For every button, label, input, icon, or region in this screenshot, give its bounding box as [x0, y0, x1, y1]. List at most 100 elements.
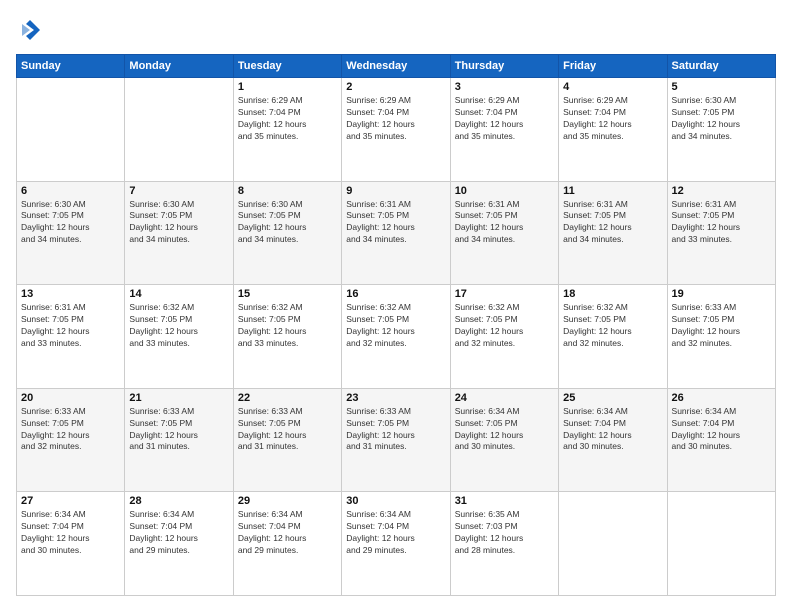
day-number: 17: [455, 288, 554, 300]
day-number: 28: [129, 495, 228, 507]
calendar-cell: [17, 78, 125, 182]
day-number: 21: [129, 392, 228, 404]
day-number: 29: [238, 495, 337, 507]
day-header-monday: Monday: [125, 55, 233, 78]
day-info: Sunrise: 6:32 AM Sunset: 7:05 PM Dayligh…: [563, 302, 662, 350]
day-number: 15: [238, 288, 337, 300]
day-header-tuesday: Tuesday: [233, 55, 341, 78]
day-info: Sunrise: 6:33 AM Sunset: 7:05 PM Dayligh…: [238, 406, 337, 454]
calendar-cell: 12 Sunrise: 6:31 AM Sunset: 7:05 PM Dayli…: [667, 181, 775, 285]
day-number: 13: [21, 288, 120, 300]
day-info: Sunrise: 6:32 AM Sunset: 7:05 PM Dayligh…: [129, 302, 228, 350]
calendar-cell: 1 Sunrise: 6:29 AM Sunset: 7:04 PM Daylig…: [233, 78, 341, 182]
calendar-cell: 14 Sunrise: 6:32 AM Sunset: 7:05 PM Dayli…: [125, 285, 233, 389]
calendar-cell: 3 Sunrise: 6:29 AM Sunset: 7:04 PM Daylig…: [450, 78, 558, 182]
calendar-week-row: 1 Sunrise: 6:29 AM Sunset: 7:04 PM Daylig…: [17, 78, 776, 182]
calendar-cell: 5 Sunrise: 6:30 AM Sunset: 7:05 PM Daylig…: [667, 78, 775, 182]
day-number: 9: [346, 185, 445, 197]
logo: [16, 16, 48, 44]
calendar-cell: [559, 492, 667, 596]
calendar-cell: 20 Sunrise: 6:33 AM Sunset: 7:05 PM Dayli…: [17, 388, 125, 492]
calendar-cell: 26 Sunrise: 6:34 AM Sunset: 7:04 PM Dayli…: [667, 388, 775, 492]
day-info: Sunrise: 6:30 AM Sunset: 7:05 PM Dayligh…: [21, 199, 120, 247]
calendar-cell: 8 Sunrise: 6:30 AM Sunset: 7:05 PM Daylig…: [233, 181, 341, 285]
day-header-sunday: Sunday: [17, 55, 125, 78]
day-info: Sunrise: 6:34 AM Sunset: 7:04 PM Dayligh…: [346, 509, 445, 557]
calendar-cell: 16 Sunrise: 6:32 AM Sunset: 7:05 PM Dayli…: [342, 285, 450, 389]
calendar-cell: 21 Sunrise: 6:33 AM Sunset: 7:05 PM Dayli…: [125, 388, 233, 492]
calendar-cell: 27Sunrise: 6:34 AM Sunset: 7:04 PM Dayli…: [17, 492, 125, 596]
calendar-cell: 9 Sunrise: 6:31 AM Sunset: 7:05 PM Daylig…: [342, 181, 450, 285]
calendar-cell: 17Sunrise: 6:32 AM Sunset: 7:05 PM Dayli…: [450, 285, 558, 389]
calendar-table: SundayMondayTuesdayWednesdayThursdayFrid…: [16, 54, 776, 596]
calendar-week-row: 13Sunrise: 6:31 AM Sunset: 7:05 PM Dayli…: [17, 285, 776, 389]
day-info: Sunrise: 6:33 AM Sunset: 7:05 PM Dayligh…: [21, 406, 120, 454]
day-info: Sunrise: 6:29 AM Sunset: 7:04 PM Dayligh…: [346, 95, 445, 143]
day-info: Sunrise: 6:32 AM Sunset: 7:05 PM Dayligh…: [238, 302, 337, 350]
day-info: Sunrise: 6:34 AM Sunset: 7:04 PM Dayligh…: [563, 406, 662, 454]
calendar-cell: 23Sunrise: 6:33 AM Sunset: 7:05 PM Dayli…: [342, 388, 450, 492]
day-number: 5: [672, 81, 771, 93]
day-info: Sunrise: 6:31 AM Sunset: 7:05 PM Dayligh…: [563, 199, 662, 247]
day-number: 27: [21, 495, 120, 507]
day-info: Sunrise: 6:32 AM Sunset: 7:05 PM Dayligh…: [346, 302, 445, 350]
calendar-cell: 18 Sunrise: 6:32 AM Sunset: 7:05 PM Dayli…: [559, 285, 667, 389]
day-header-saturday: Saturday: [667, 55, 775, 78]
day-number: 22: [238, 392, 337, 404]
day-info: Sunrise: 6:33 AM Sunset: 7:05 PM Dayligh…: [129, 406, 228, 454]
day-number: 6: [21, 185, 120, 197]
calendar-week-row: 6 Sunrise: 6:30 AM Sunset: 7:05 PM Daylig…: [17, 181, 776, 285]
calendar-week-row: 27 Sunrise: 6:34 AM Sunset: 7:04 PM Dayli…: [17, 492, 776, 596]
calendar-cell: 25 Sunrise: 6:34 AM Sunset: 7:04 PM Dayli…: [559, 388, 667, 492]
calendar-cell: 22 Sunrise: 6:33 AM Sunset: 7:05 PM Dayli…: [233, 388, 341, 492]
day-info: Sunrise: 6:30 AM Sunset: 7:05 PM Dayligh…: [129, 199, 228, 247]
day-number: 18: [563, 288, 662, 300]
day-number: 16: [346, 288, 445, 300]
day-number: 7: [129, 185, 228, 197]
day-info: Sunrise: 6:29 AM Sunset: 7:04 PM Dayligh…: [455, 95, 554, 143]
calendar-cell: 7 Sunrise: 6:30 AM Sunset: 7:05 PM Daylig…: [125, 181, 233, 285]
day-number: 10: [455, 185, 554, 197]
day-number: 2: [346, 81, 445, 93]
calendar-cell: 29 Sunrise: 6:34 AM Sunset: 7:04 PM Dayli…: [233, 492, 341, 596]
day-info: Sunrise: 6:30 AM Sunset: 7:05 PM Dayligh…: [238, 199, 337, 247]
day-number: 19: [672, 288, 771, 300]
day-number: 31: [455, 495, 554, 507]
day-number: 20: [21, 392, 120, 404]
day-header-wednesday: Wednesday: [342, 55, 450, 78]
day-info: Sunrise: 6:34 AM Sunset: 7:04 PM Dayligh…: [672, 406, 771, 454]
day-number: 26: [672, 392, 771, 404]
day-info: Sunrise: 6:34 AM Sunset: 7:04 PM Dayligh…: [238, 509, 337, 557]
day-info: Sunrise: 6:35 AM Sunset: 7:03 PM Dayligh…: [455, 509, 554, 557]
day-number: 25: [563, 392, 662, 404]
day-header-thursday: Thursday: [450, 55, 558, 78]
calendar-cell: 10Sunrise: 6:31 AM Sunset: 7:05 PM Dayli…: [450, 181, 558, 285]
day-info: Sunrise: 6:29 AM Sunset: 7:04 PM Dayligh…: [238, 95, 337, 143]
day-info: Sunrise: 6:30 AM Sunset: 7:05 PM Dayligh…: [672, 95, 771, 143]
day-info: Sunrise: 6:33 AM Sunset: 7:05 PM Dayligh…: [346, 406, 445, 454]
day-number: 12: [672, 185, 771, 197]
day-number: 14: [129, 288, 228, 300]
day-number: 30: [346, 495, 445, 507]
calendar-cell: 24Sunrise: 6:34 AM Sunset: 7:05 PM Dayli…: [450, 388, 558, 492]
calendar-cell: 15 Sunrise: 6:32 AM Sunset: 7:05 PM Dayli…: [233, 285, 341, 389]
day-number: 4: [563, 81, 662, 93]
day-number: 8: [238, 185, 337, 197]
calendar-cell: [125, 78, 233, 182]
calendar-cell: 6 Sunrise: 6:30 AM Sunset: 7:05 PM Daylig…: [17, 181, 125, 285]
day-info: Sunrise: 6:33 AM Sunset: 7:05 PM Dayligh…: [672, 302, 771, 350]
day-info: Sunrise: 6:29 AM Sunset: 7:04 PM Dayligh…: [563, 95, 662, 143]
calendar-cell: 2 Sunrise: 6:29 AM Sunset: 7:04 PM Daylig…: [342, 78, 450, 182]
calendar-week-row: 20 Sunrise: 6:33 AM Sunset: 7:05 PM Dayli…: [17, 388, 776, 492]
day-info: Sunrise: 6:31 AM Sunset: 7:05 PM Dayligh…: [346, 199, 445, 247]
page: SundayMondayTuesdayWednesdayThursdayFrid…: [0, 0, 792, 612]
day-info: Sunrise: 6:31 AM Sunset: 7:05 PM Dayligh…: [672, 199, 771, 247]
day-info: Sunrise: 6:34 AM Sunset: 7:04 PM Dayligh…: [129, 509, 228, 557]
calendar-cell: [667, 492, 775, 596]
day-number: 3: [455, 81, 554, 93]
logo-icon: [16, 16, 44, 44]
calendar-cell: 28 Sunrise: 6:34 AM Sunset: 7:04 PM Dayli…: [125, 492, 233, 596]
calendar-cell: 31 Sunrise: 6:35 AM Sunset: 7:03 PM Dayli…: [450, 492, 558, 596]
day-number: 1: [238, 81, 337, 93]
calendar-cell: 13Sunrise: 6:31 AM Sunset: 7:05 PM Dayli…: [17, 285, 125, 389]
